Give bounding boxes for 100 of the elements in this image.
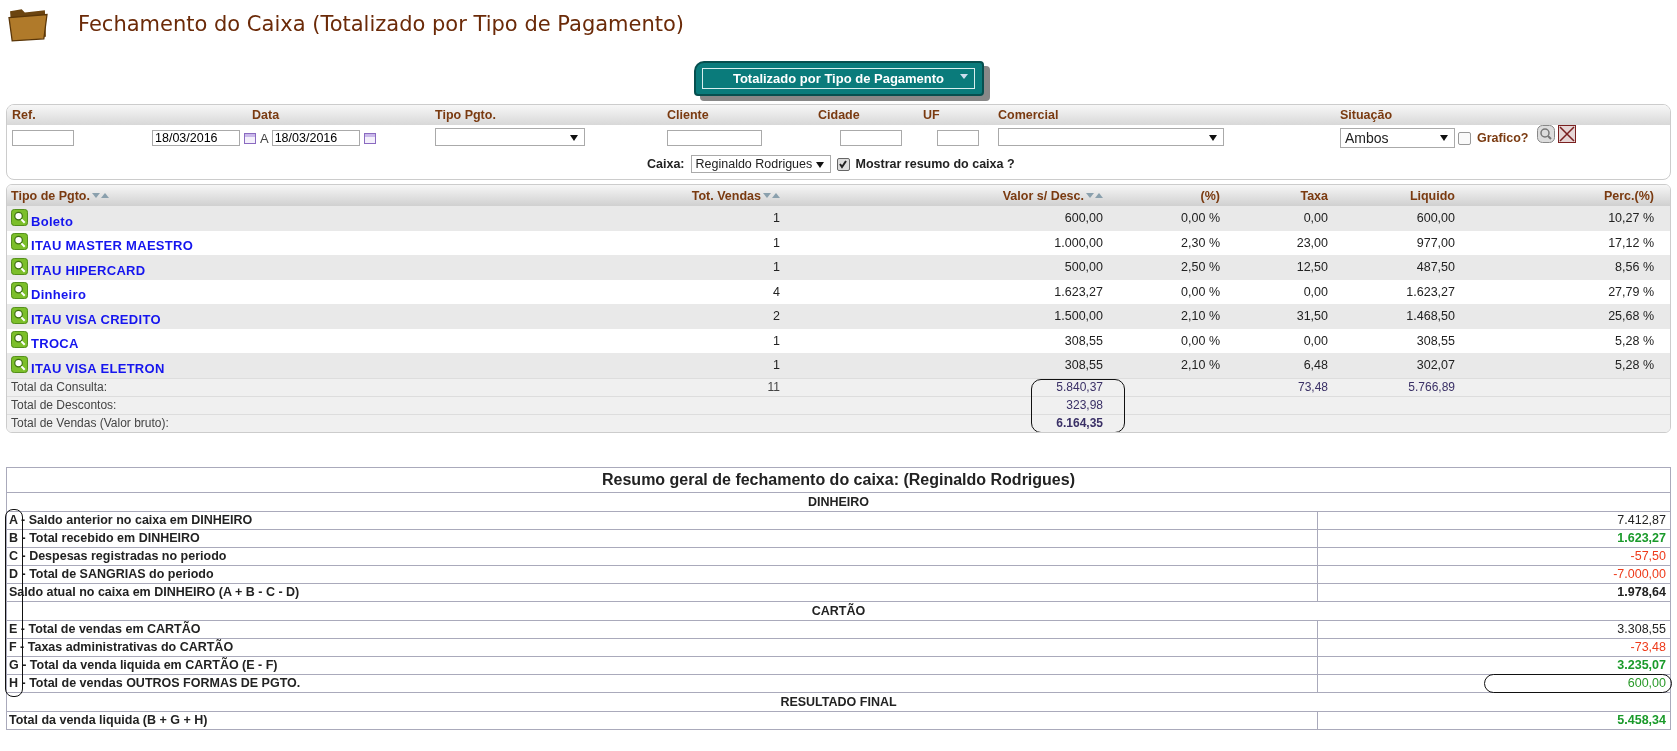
table-cell: 2,10 % <box>1181 358 1220 373</box>
table-cell: 25,68 % <box>1608 309 1654 324</box>
payment-type-link[interactable]: Dinheiro <box>31 287 87 303</box>
table-cell: 8,56 % <box>1615 260 1654 275</box>
table-cell: 0,00 <box>1303 284 1328 299</box>
total-label: Total da Consulta: <box>11 380 108 394</box>
table-cell: 600,00 <box>1064 211 1103 226</box>
table-cell: 487,50 <box>1416 260 1455 275</box>
commercial-select[interactable] <box>998 127 1224 146</box>
chart-checkbox[interactable] <box>1458 131 1471 145</box>
table-cell: 1 <box>773 333 780 348</box>
calendar-icon[interactable] <box>363 132 376 144</box>
section-heading: CARTÃO <box>7 601 1670 621</box>
city-field[interactable] <box>840 130 902 146</box>
show-summary-label: Mostrar resumo do caixa ? <box>855 157 1015 171</box>
cashier-label: Caixa: <box>647 157 685 171</box>
payment-type-link[interactable]: Boleto <box>31 213 74 229</box>
table-cell: 977,00 <box>1416 235 1455 250</box>
summary-value: 7.412,87 <box>1617 513 1666 527</box>
chart-label: Grafico? <box>1477 131 1529 145</box>
filter-label: Comercial <box>998 108 1059 122</box>
total-cell: 11 <box>767 380 780 394</box>
payment-type-link[interactable]: TROCA <box>31 336 79 352</box>
total-label: Total de Vendas (Valor bruto): <box>11 416 169 430</box>
clear-icon[interactable] <box>1558 125 1577 143</box>
show-summary-checkbox[interactable] <box>836 157 850 171</box>
table-cell: 1.500,00 <box>1054 309 1103 324</box>
table-cell: 500,00 <box>1064 260 1103 275</box>
magnifier-icon[interactable] <box>11 208 28 226</box>
table-cell: 1 <box>773 260 780 275</box>
filter-label: Cidade <box>818 108 860 122</box>
table-cell: 308,55 <box>1064 358 1103 373</box>
sort-icon[interactable] <box>1086 193 1103 198</box>
table-cell: 6,48 <box>1303 358 1328 373</box>
total-cell: 6.164,35 <box>1056 416 1103 430</box>
table-cell: 308,55 <box>1064 333 1103 348</box>
column-header[interactable]: Valor s/ Desc. <box>1002 188 1103 203</box>
cashier-select[interactable]: Reginaldo Rodrigues <box>690 155 831 173</box>
state-field[interactable] <box>937 130 979 146</box>
date-from-field[interactable]: 18/03/2016 <box>152 130 240 146</box>
column-header[interactable]: Liquido <box>1409 188 1455 203</box>
total-label: Total de Descontos: <box>11 398 117 412</box>
table-cell: 2,10 % <box>1181 309 1220 324</box>
status-select[interactable]: Ambos <box>1340 128 1455 148</box>
summary-value: -73,48 <box>1630 640 1666 654</box>
sort-icon[interactable] <box>763 193 780 198</box>
magnifier-icon[interactable] <box>11 257 28 275</box>
column-header[interactable]: Tipo de Pgto. <box>11 188 109 203</box>
table-cell: 31,50 <box>1296 309 1328 324</box>
filter-label: Situação <box>1340 108 1393 122</box>
table-cell: 2,30 % <box>1181 235 1220 250</box>
caret-icon <box>815 162 824 168</box>
payment-type-link[interactable]: ITAU VISA ELETRON <box>31 360 165 376</box>
column-header[interactable]: Taxa <box>1300 188 1328 203</box>
payment-type-link[interactable]: ITAU HIPERCARD <box>31 262 146 278</box>
summary-value: 5.458,34 <box>1617 713 1666 727</box>
table-cell: 17,12 % <box>1608 235 1654 250</box>
filter-label: Cliente <box>667 108 709 122</box>
summary-value: -57,50 <box>1630 549 1666 563</box>
table-cell: 1.468,50 <box>1406 309 1455 324</box>
payment-type-link[interactable]: ITAU VISA CREDITO <box>31 311 161 327</box>
table-cell: 600,00 <box>1416 211 1455 226</box>
ref-field[interactable] <box>12 130 74 146</box>
page-title: Fechamento do Caixa (Totalizado por Tipo de Pagamento) <box>78 12 685 36</box>
magnifier-icon[interactable] <box>11 282 28 300</box>
magnifier-icon[interactable] <box>11 331 28 349</box>
date-separator: A <box>260 130 269 146</box>
table-cell: 302,07 <box>1416 358 1455 373</box>
table-cell: 1.623,27 <box>1406 284 1455 299</box>
table-cell: 0,00 <box>1303 333 1328 348</box>
magnifier-icon[interactable] <box>11 355 28 373</box>
table-cell: 1 <box>773 358 780 373</box>
sort-icon[interactable] <box>91 193 109 198</box>
summary-value: 1.623,27 <box>1617 531 1666 545</box>
table-cell: 23,00 <box>1296 235 1328 250</box>
payment-type-select[interactable] <box>435 127 585 146</box>
client-field[interactable] <box>667 130 762 146</box>
table-cell: 27,79 % <box>1608 284 1654 299</box>
total-cell: 5.840,37 <box>1056 380 1103 394</box>
filter-label: Ref. <box>12 108 36 122</box>
summary-value: 3.235,07 <box>1617 658 1666 672</box>
summary-title: Resumo geral de fechamento do caixa: (Reginaldo Rodrigues) <box>7 467 1670 493</box>
column-header[interactable]: Perc.(%) <box>1603 188 1654 203</box>
table-cell: 0,00 <box>1303 211 1328 226</box>
caret-icon <box>1209 134 1217 141</box>
table-cell: 10,27 % <box>1608 211 1654 226</box>
summary-label: G - Total da venda liquida em CARTÃO (E - F) <box>9 658 278 672</box>
column-header[interactable]: Tot. Vendas <box>691 188 780 203</box>
date-to-field[interactable]: 18/03/2016 <box>271 130 360 146</box>
table-cell: 5,28 % <box>1615 358 1654 373</box>
summary-label: Total da venda liquida (B + G + H) <box>9 713 208 727</box>
column-header[interactable]: (%) <box>1200 188 1220 203</box>
search-icon[interactable] <box>1537 125 1556 143</box>
calendar-icon[interactable] <box>244 132 256 144</box>
summary-value: 1.978,64 <box>1617 585 1666 599</box>
magnifier-icon[interactable] <box>11 306 28 324</box>
filter-label: Data <box>252 108 280 122</box>
table-cell: 12,50 <box>1296 260 1328 275</box>
magnifier-icon[interactable] <box>11 233 28 251</box>
payment-type-link[interactable]: ITAU MASTER MAESTRO <box>31 238 194 254</box>
